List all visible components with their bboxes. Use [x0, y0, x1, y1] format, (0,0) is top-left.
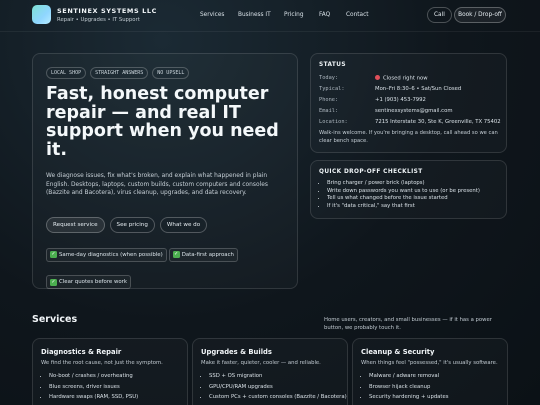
- check-icon: ✓: [50, 251, 57, 258]
- book-dropoff-button[interactable]: Book / Drop-off: [454, 7, 506, 23]
- badge-label: Same-day diagnostics (when possible): [59, 251, 163, 258]
- status-key: Email:: [319, 108, 339, 114]
- card-subtitle: We find the root cause, not just the sym…: [41, 360, 163, 366]
- card-title: Upgrades & Builds: [201, 348, 272, 356]
- status-title: STATUS: [319, 62, 346, 68]
- services-title: Services: [32, 314, 78, 325]
- card-subtitle: When things feel "possessed," it's usual…: [361, 360, 498, 366]
- hero-description: We diagnose issues, fix what's broken, a…: [46, 173, 268, 196]
- status-key: Today:: [319, 75, 339, 81]
- list-item: Write down passwords you want us to use …: [327, 188, 480, 196]
- card-items: No-boot / crashes / overheating Blue scr…: [49, 371, 138, 403]
- status-key: Location:: [319, 119, 348, 125]
- status-key: Phone:: [319, 97, 339, 103]
- hero-card: LOCAL SHOP STRAIGHT ANSWERS NO UPSELL Fa…: [32, 53, 298, 289]
- checklist-items: Bring charger / power brick (laptops) Wr…: [327, 180, 480, 210]
- list-item: Browser hijack cleanup: [369, 382, 449, 393]
- badge-same-day: ✓ Same-day diagnostics (when possible): [46, 247, 167, 262]
- logo-icon[interactable]: [32, 5, 51, 24]
- badge-label: Data-first approach: [181, 251, 234, 258]
- chip-straight-answers: STRAIGHT ANSWERS: [90, 67, 149, 79]
- card-items: Malware / adware removal Browser hijack …: [369, 371, 449, 403]
- brand-name: SENTINEX SYSTEMS LLC: [57, 7, 157, 15]
- service-card-diagnostics[interactable]: Diagnostics & Repair We find the root ca…: [32, 338, 188, 405]
- list-item: Security hardening + updates: [369, 392, 449, 403]
- service-card-upgrades[interactable]: Upgrades & Builds Make it faster, quiete…: [192, 338, 348, 405]
- brand-tagline: Repair • Upgrades • IT Support: [57, 17, 140, 23]
- checklist-title: QUICK DROP-OFF CHECKLIST: [319, 169, 423, 175]
- card-title: Cleanup & Security: [361, 348, 435, 356]
- card-items: SSD + OS migration GPU/CPU/RAM upgrades …: [209, 371, 347, 403]
- status-panel: STATUS Today: Closed right now Typical: …: [310, 53, 507, 153]
- see-pricing-button[interactable]: See pricing: [109, 217, 155, 233]
- list-item: Hardware swaps (RAM, SSD, PSU): [49, 392, 138, 403]
- badge-label: Clear quotes before work: [59, 279, 128, 285]
- hero-badges: ✓ Same-day diagnostics (when possible) ✓ Da…: [46, 240, 286, 295]
- check-icon: ✓: [50, 278, 57, 286]
- list-item: No-boot / crashes / overheating: [49, 371, 138, 382]
- nav-faq[interactable]: FAQ: [319, 12, 330, 18]
- list-item: If it's "data critical," say that first: [327, 203, 480, 211]
- status-value: Closed right now: [375, 75, 428, 82]
- list-item: Malware / adware removal: [369, 371, 449, 382]
- list-item: Blue screens, driver issues: [49, 382, 138, 393]
- walkin-note: Walk-ins welcome. If you're bringing a d…: [319, 130, 498, 144]
- services-description: Home users, creators, and small business…: [324, 317, 492, 331]
- hero-chips: LOCAL SHOP STRAIGHT ANSWERS NO UPSELL: [46, 67, 190, 79]
- request-service-button[interactable]: Request service: [46, 217, 105, 233]
- badge-clear-quotes: ✓ Clear quotes before work: [46, 275, 132, 289]
- list-item: Custom PCs + custom consoles (Bazzite / …: [209, 392, 347, 403]
- nav-contact[interactable]: Contact: [346, 12, 369, 18]
- call-button[interactable]: Call: [427, 7, 452, 23]
- site-header: SENTINEX SYSTEMS LLC Repair • Upgrades •…: [0, 0, 540, 32]
- status-value: 7215 Interstate 30, Ste K, Greenville, T…: [375, 119, 501, 125]
- service-card-cleanup[interactable]: Cleanup & Security When things feel "pos…: [352, 338, 508, 405]
- brand[interactable]: SENTINEX SYSTEMS LLC Repair • Upgrades •…: [57, 7, 157, 23]
- list-item: Tell us what changed before the issue st…: [327, 195, 480, 203]
- card-title: Diagnostics & Repair: [41, 348, 122, 356]
- what-we-do-button[interactable]: What we do: [159, 217, 208, 233]
- status-value-text: Closed right now: [383, 75, 428, 82]
- check-icon: ✓: [172, 251, 180, 258]
- nav-services[interactable]: Services: [200, 12, 224, 18]
- list-item: Bring charger / power brick (laptops): [327, 180, 480, 188]
- nav-business-it[interactable]: Business IT: [238, 12, 271, 18]
- list-item: GPU/CPU/RAM upgrades: [209, 382, 347, 393]
- chip-no-upsell: NO UPSELL: [152, 67, 190, 79]
- card-subtitle: Make it faster, quieter, cooler — and re…: [201, 360, 321, 366]
- badge-data-first: ✓ Data-first approach: [168, 247, 238, 262]
- closed-dot-icon: [375, 75, 380, 80]
- status-key: Typical:: [319, 86, 345, 92]
- chip-local-shop: LOCAL SHOP: [46, 67, 87, 79]
- list-item: SSD + OS migration: [209, 371, 347, 382]
- status-value: Mon–Fri 8:30–6 • Sat/Sun Closed: [375, 86, 462, 92]
- phone-link[interactable]: +1 (903) 453-7992: [375, 97, 426, 103]
- email-link[interactable]: sentinexsystems@gmail.com: [375, 108, 453, 114]
- nav-pricing[interactable]: Pricing: [284, 12, 304, 18]
- dropoff-checklist: QUICK DROP-OFF CHECKLIST Bring charger /…: [310, 160, 507, 219]
- hero-actions: Request service See pricing What we do: [46, 217, 208, 233]
- hero-title: Fast, honest computer repair — and real …: [46, 84, 279, 160]
